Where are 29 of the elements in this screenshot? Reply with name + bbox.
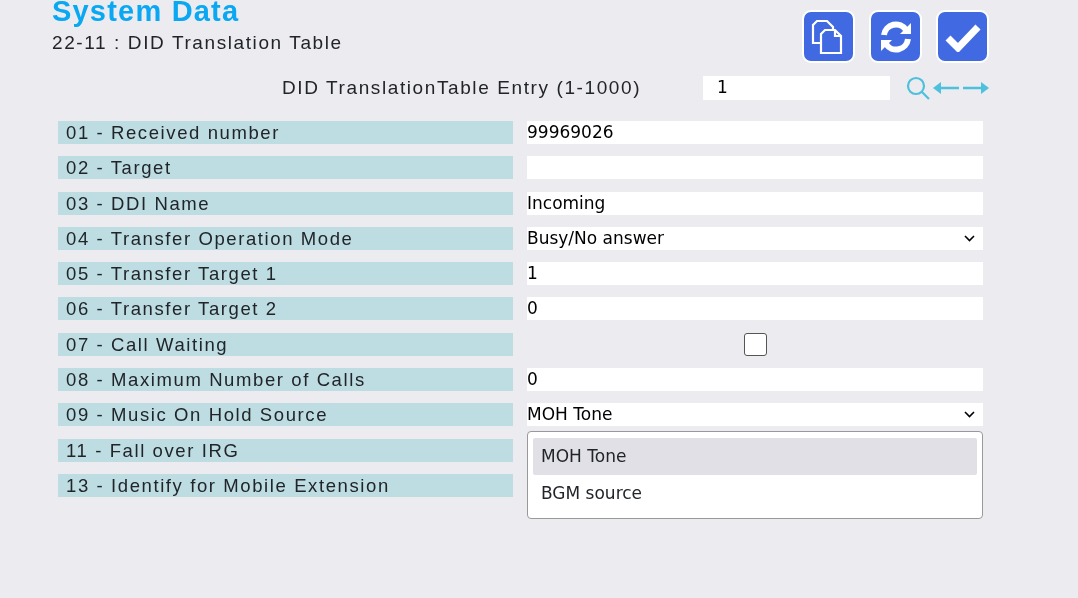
input-field[interactable]: 1 [527,262,983,286]
field-label: 05 - Transfer Target 1 [58,262,513,286]
page-subtitle: 22-11 : DID Translation Table [52,32,343,54]
field-label: 03 - DDI Name [58,191,513,215]
field-label: 07 - Call Waiting [58,332,513,356]
field-label: 08 - Maximum Number of Calls [58,368,513,392]
field-label: 02 - Target [58,156,513,180]
input-field[interactable]: 0 [527,368,983,392]
input-field[interactable]: 0 [527,297,983,321]
field-label: 06 - Transfer Target 2 [58,297,513,321]
entry-label: DID TranslationTable Entry (1-1000) [282,75,643,100]
field-label: 04 - Transfer Operation Mode [58,226,513,250]
apply-button[interactable] [936,10,989,63]
caret-icon [964,234,975,242]
select-field[interactable]: Busy/No answer [527,226,983,250]
dropdown-option[interactable]: MOH Tone [533,438,977,475]
entry-field[interactable]: 1 [703,76,890,100]
select-field[interactable]: MOH Tone [527,403,983,427]
copy-button[interactable] [802,10,855,63]
field-label: 13 - Identify for Mobile Extension [58,473,513,497]
input-field[interactable]: 99969026 [527,121,983,144]
input-field[interactable]: Incoming [527,191,983,215]
field-label: 01 - Received number [58,121,513,144]
refresh-button[interactable] [869,10,922,63]
checkbox[interactable] [743,332,767,356]
caret-icon [964,411,975,419]
dropdown-option[interactable]: BGM source [533,475,977,512]
field-label: 09 - Music On Hold Source [58,403,513,427]
field-label: 11 - Fall over IRG [58,438,513,462]
